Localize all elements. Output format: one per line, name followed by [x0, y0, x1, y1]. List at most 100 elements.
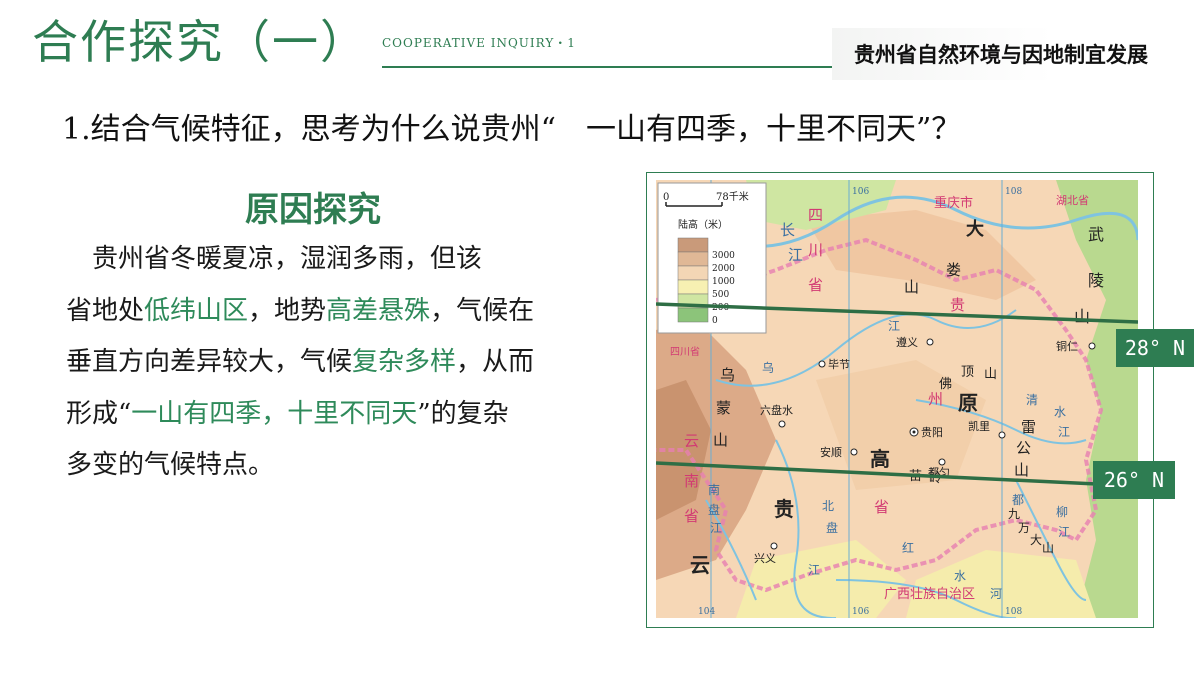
map-label: 南	[708, 482, 720, 497]
legend-swatch	[677, 307, 709, 323]
legend-label: 500	[712, 290, 729, 300]
legend-swatch	[677, 265, 709, 281]
map-label: 河	[990, 587, 1002, 601]
map-label: 都	[1012, 493, 1024, 507]
map-label: 万	[1018, 521, 1030, 535]
paragraph-line: 垂直方向差异较大，气候复杂多样，从而	[66, 337, 611, 389]
map-label: 川	[808, 241, 823, 259]
scale-zero-label: 0	[663, 192, 669, 203]
legend-label: 1000	[712, 277, 735, 287]
map-label: 武	[1088, 225, 1104, 244]
paragraph-line: 形成“一山有四季，十里不同天”的复杂	[66, 389, 611, 441]
paragraph-text: 省地处	[66, 295, 145, 326]
map-label: 水	[954, 569, 966, 583]
map-label: 大	[966, 218, 984, 240]
map-label: 江	[808, 563, 820, 577]
longitude-label: 108	[1005, 607, 1022, 617]
question-text: 1.结合气候特征，思考为什么说贵州“ 一山有四季，十里不同天”？	[62, 112, 962, 147]
city-dot-inner	[912, 430, 916, 434]
section-heading: 原因探究	[245, 190, 381, 230]
legend-title: 陆高（米）	[678, 218, 728, 231]
city-label-kaili: 凯里	[968, 420, 990, 433]
legend-label: 2000	[712, 264, 735, 274]
map-label: 南	[684, 472, 699, 490]
title-underline	[382, 66, 832, 68]
map-label: 四	[808, 206, 823, 224]
city-label-liupanshui: 六盘水	[760, 403, 793, 417]
map-label: 山	[1014, 461, 1029, 479]
city-label-zunyi: 遵义	[896, 335, 918, 349]
map-label: 山	[713, 431, 728, 449]
map-label: 盘	[826, 520, 838, 535]
map-label: 陵	[1088, 271, 1104, 290]
map-label: 省	[684, 507, 699, 525]
map-label: 原	[958, 391, 978, 415]
city-label-bijie: 毕节	[828, 358, 850, 371]
map-label: 雷	[1021, 418, 1036, 436]
longitude-label: 106	[852, 187, 869, 197]
topic-tag: 贵州省自然环境与因地制宜发展	[832, 28, 1200, 80]
paragraph-line: 贵州省冬暖夏凉，湿润多雨，但该	[66, 234, 611, 286]
map-label: 大	[1030, 533, 1042, 547]
map-label: 柳	[1056, 505, 1068, 519]
paragraph-line: 省地处低纬山区，地势高差悬殊，气候在	[66, 286, 611, 338]
legend-swatch	[677, 251, 709, 267]
map-label: 贵	[774, 497, 794, 521]
province-label-chongqing: 重庆市	[934, 195, 973, 211]
map-label: 江	[888, 319, 900, 333]
highlighted-phrase: 高差悬殊	[326, 295, 431, 326]
map-label: 蒙	[716, 399, 731, 417]
city-dot	[998, 431, 1006, 439]
map-label: 盘	[708, 502, 720, 517]
longitude-label: 104	[698, 607, 715, 617]
page-subtitle: COOPERATIVE INQUIRY・1	[382, 36, 576, 50]
map-label: 红	[902, 540, 914, 555]
legend-swatch	[677, 237, 709, 253]
map-label: 清	[1026, 393, 1038, 407]
map-label: 九	[1008, 507, 1020, 521]
map-legend: 0 78千米 陆高（米） 3000 2000 1000 500 200 0	[657, 182, 767, 334]
highlighted-phrase: 低纬山区	[144, 295, 249, 326]
city-dot	[938, 458, 946, 466]
paragraph-text: ，气候在	[430, 295, 535, 326]
province-label-guangxi: 广西壮族自治区	[884, 586, 975, 602]
city-label-xingyi: 兴义	[754, 552, 776, 565]
city-label-guiyang: 贵阳	[921, 426, 943, 439]
legend-label: 3000	[712, 251, 735, 261]
map-label: 公	[1016, 439, 1031, 457]
city-label-tongren: 铜仁	[1056, 339, 1078, 353]
map-label: 山	[984, 367, 997, 382]
paragraph-text: 形成“	[66, 398, 132, 429]
province-label-sichuan: 四川省	[670, 345, 700, 358]
paragraph-line: 多变的气候特点。	[66, 440, 611, 492]
paragraph-text: 贵州省冬暖夏凉，湿润多雨，但该	[66, 244, 483, 274]
scale-distance-label: 78千米	[716, 190, 749, 203]
map-label: 水	[1054, 405, 1066, 419]
map-label: 山	[1042, 541, 1054, 555]
map-label: 顶	[961, 365, 974, 380]
map-label: 云	[684, 432, 699, 450]
city-dot	[850, 448, 858, 456]
map-label: 江	[1058, 525, 1070, 539]
city-dot	[770, 542, 778, 550]
map-label: 贵	[950, 296, 965, 314]
city-dot	[1088, 342, 1096, 350]
city-dot	[926, 338, 934, 346]
map-label: 娄	[946, 261, 961, 279]
guizhou-topographic-map: 106 108 104 106 108 0 78千米 陆高（米） 3000 20…	[656, 180, 1138, 618]
map-label: 省	[874, 498, 889, 516]
map-label: 山	[904, 278, 919, 296]
topic-tag-label: 贵州省自然环境与因地制宜发展	[854, 43, 1148, 67]
map-label: 省	[808, 276, 823, 294]
city-label-anshun: 安顺	[820, 445, 842, 459]
page-title: 合作探究（一）	[32, 15, 368, 69]
map-label: 云	[690, 553, 710, 577]
longitude-label: 108	[1005, 187, 1022, 197]
map-label: 乌	[762, 360, 774, 375]
highlighted-phrase: 一山有四季，十里不同天	[131, 398, 418, 429]
paragraph-text: ，地势	[248, 295, 327, 326]
city-dot	[818, 360, 826, 368]
map-label: 北	[822, 499, 834, 513]
map-label: 江	[788, 246, 803, 264]
paragraph-text: 垂直方向差异较大，气候	[66, 347, 353, 377]
